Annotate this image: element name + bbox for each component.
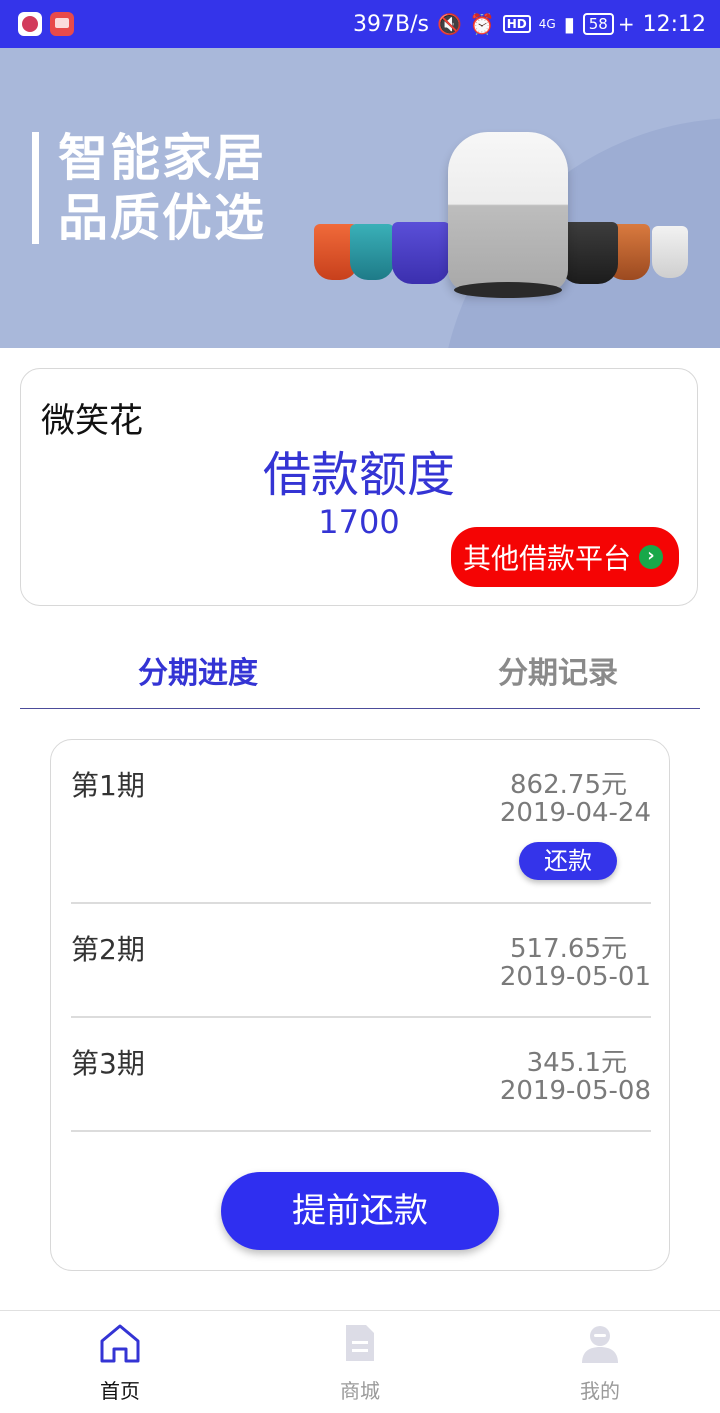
chevron-right-icon: › [639, 545, 664, 569]
promo-banner[interactable]: 智能家居 品质优选 [0, 48, 720, 348]
installment-date: 2019-04-24 [499, 798, 651, 828]
status-bar-right: 397B/s 🔇 ⏰ HD 4G ▮ 58 + 12:12 [353, 8, 706, 40]
signal-icon: ▮ [563, 12, 575, 36]
installment-row: 第3期 345.1元 2019-05-08 [71, 1018, 651, 1132]
banner-title-line2: 品质优选 [58, 189, 266, 247]
installments-card: 第1期 862.75元 2019-04-24 还款 第2期 517.65元 20… [50, 739, 670, 1271]
installment-row: 第2期 517.65元 2019-05-01 [71, 904, 651, 1018]
other-platforms-label: 其他借款平台 [463, 542, 632, 575]
network-type: 4G [538, 17, 556, 31]
nav-mall-label: 商城 [340, 1379, 380, 1403]
nav-home[interactable]: 首页 [60, 1321, 180, 1404]
mute-icon: 🔇 [436, 12, 462, 36]
smart-speaker-image [448, 132, 568, 298]
banner-accent-bar [32, 132, 39, 244]
app-notification-icon-2 [50, 12, 74, 36]
home-icon [100, 1324, 140, 1363]
bottom-navigation: 首页 商城 我的 [0, 1310, 720, 1413]
user-icon [582, 1326, 618, 1363]
installment-period: 第3期 [71, 1047, 145, 1080]
banner-title: 智能家居 品质优选 [58, 128, 266, 248]
installment-amount: 517.65元 [510, 934, 627, 964]
nav-mine-label: 我的 [580, 1379, 620, 1403]
installment-row: 第1期 862.75元 2019-04-24 还款 [71, 740, 651, 904]
tab-installment-records[interactable]: 分期记录 [498, 648, 618, 692]
other-platforms-button[interactable]: 其他借款平台 › [451, 527, 679, 587]
speaker-image [560, 222, 618, 284]
charging-icon: + [617, 12, 635, 36]
installment-amount: 862.75元 [510, 770, 627, 800]
installment-date: 2019-05-01 [499, 962, 651, 992]
speaker-image [392, 222, 450, 284]
loan-card: 微笑花 借款额度 1700 其他借款平台 › [20, 368, 698, 606]
app-notification-icon [18, 12, 42, 36]
repay-button[interactable]: 还款 [519, 842, 617, 880]
network-speed: 397B/s [352, 11, 429, 37]
prepay-button[interactable]: 提前还款 [221, 1172, 499, 1250]
battery-icon: 58 [582, 13, 614, 35]
installment-tabs: 分期进度 分期记录 [20, 636, 700, 709]
installment-amount: 345.1元 [526, 1048, 627, 1078]
credit-label: 借款额度 [262, 447, 455, 503]
document-icon [346, 1325, 374, 1361]
speaker-image [350, 224, 394, 280]
speaker-image [652, 226, 688, 278]
alarm-icon: ⏰ [469, 12, 495, 36]
tab-installment-progress[interactable]: 分期进度 [138, 648, 258, 692]
installment-date: 2019-05-08 [499, 1076, 651, 1106]
clock: 12:12 [642, 11, 706, 37]
installment-period: 第1期 [71, 769, 145, 802]
hd-icon: HD [502, 15, 531, 33]
nav-mall[interactable]: 商城 [300, 1321, 420, 1404]
nav-home-label: 首页 [100, 1379, 140, 1403]
nav-mine[interactable]: 我的 [540, 1321, 660, 1404]
status-bar: 397B/s 🔇 ⏰ HD 4G ▮ 58 + 12:12 [0, 0, 720, 48]
installment-period: 第2期 [71, 933, 145, 966]
banner-title-line1: 智能家居 [58, 129, 266, 187]
